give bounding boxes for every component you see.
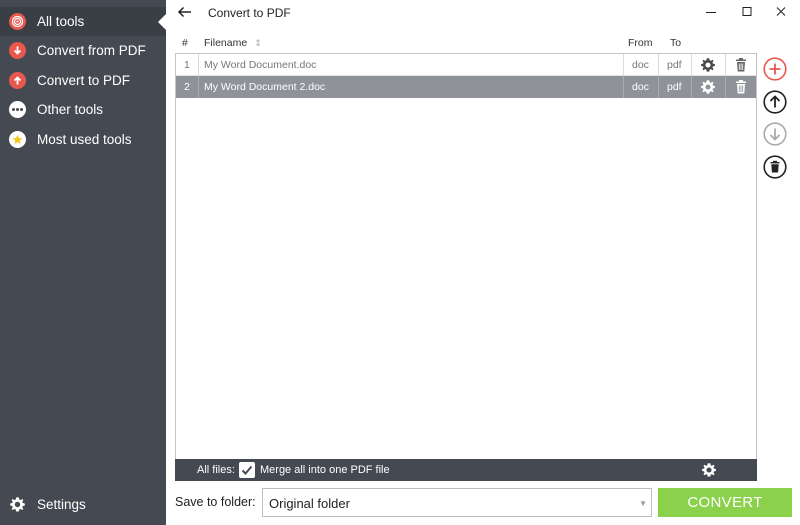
sidebar-item-settings[interactable]: Settings [0,490,166,519]
gear-icon [9,496,26,513]
column-divider [725,54,726,76]
sidebar-item-label: Convert from PDF [37,43,146,58]
remove-all-button[interactable] [763,155,787,179]
column-divider [658,54,659,76]
row-to-format: pdf [667,59,682,71]
close-icon [776,7,786,16]
column-header-to: To [670,37,682,49]
sidebar-item-label: Most used tools [37,132,132,147]
sidebar-item-convert-to-pdf[interactable]: Convert to PDF [0,66,166,95]
column-header-filename[interactable]: Filename ⇕ [204,37,262,49]
row-index: 1 [184,59,190,71]
save-to-folder-label: Save to folder: [175,495,256,509]
column-divider [198,54,199,76]
minimize-button[interactable] [701,3,721,21]
sidebar-item-label: Other tools [37,102,104,117]
add-file-button[interactable] [763,57,787,81]
arrow-down-icon [763,122,787,146]
column-header-from: From [628,37,653,49]
sidebar-item-other-tools[interactable]: Other tools [0,95,166,124]
sidebar-item-most-used-tools[interactable]: Most used tools [0,125,166,154]
row-delete-button[interactable] [733,79,749,95]
arrow-up-icon [9,72,26,89]
trash-icon [763,155,787,179]
merge-checkbox[interactable] [239,462,255,478]
minimize-icon [706,12,716,13]
all-files-bar: All files: Merge all into one PDF file [175,459,757,481]
row-from-format: doc [632,81,649,93]
convert-button[interactable]: CONVERT [658,488,792,517]
file-table: 1 My Word Document.doc doc pdf 2 My Word… [175,53,757,461]
close-button[interactable] [771,3,791,21]
table-row-selected[interactable]: 2 My Word Document 2.doc doc pdf [176,76,756,98]
sidebar-item-convert-from-pdf[interactable]: Convert from PDF [0,36,166,65]
column-divider [198,76,199,98]
star-icon [9,131,26,148]
sidebar: All tools Convert from PDF Convert to PD… [0,0,166,525]
column-divider [725,76,726,98]
ellipsis-icon [9,101,26,118]
column-divider [658,76,659,98]
settings-label: Settings [37,497,86,512]
column-divider [623,54,624,76]
gear-icon [701,80,715,94]
row-filename: My Word Document 2.doc [204,81,326,93]
move-up-button[interactable] [763,90,787,114]
sidebar-item-label: Convert to PDF [37,73,131,88]
back-button[interactable] [176,3,194,21]
row-delete-button[interactable] [733,57,749,73]
all-files-label: All files: [197,464,235,476]
folder-select-value: Original folder [269,496,350,511]
column-divider [691,76,692,98]
maximize-icon [742,7,752,16]
target-icon [9,13,26,30]
checkmark-icon [241,465,253,475]
active-indicator [158,14,166,30]
row-index: 2 [184,81,190,93]
column-divider [691,54,692,76]
move-down-button[interactable] [763,122,787,146]
trash-icon [736,80,746,94]
back-arrow-icon [177,6,191,18]
row-to-format: pdf [667,81,682,93]
row-settings-button[interactable] [700,79,716,95]
row-from-format: doc [632,59,649,71]
merge-settings-button[interactable] [701,462,717,478]
gear-icon [702,463,716,477]
column-header-index: # [182,37,188,49]
app-window: All tools Convert from PDF Convert to PD… [0,0,800,525]
sort-icon: ⇕ [254,38,262,48]
table-row[interactable]: 1 My Word Document.doc doc pdf [176,54,756,76]
trash-icon [736,58,746,72]
chevron-down-icon: ▼ [639,499,647,508]
folder-select[interactable]: Original folder ▼ [262,488,652,517]
column-divider [623,76,624,98]
plus-icon [763,57,787,81]
maximize-button[interactable] [737,3,757,21]
arrow-up-icon [763,90,787,114]
column-header-label: Filename [204,37,248,49]
sidebar-item-all-tools[interactable]: All tools [0,7,166,36]
row-filename: My Word Document.doc [204,59,317,71]
merge-label: Merge all into one PDF file [260,464,390,476]
sidebar-item-label: All tools [37,14,85,29]
window-title: Convert to PDF [208,6,291,20]
row-settings-button[interactable] [700,57,716,73]
gear-icon [701,58,715,72]
arrow-down-icon [9,42,26,59]
